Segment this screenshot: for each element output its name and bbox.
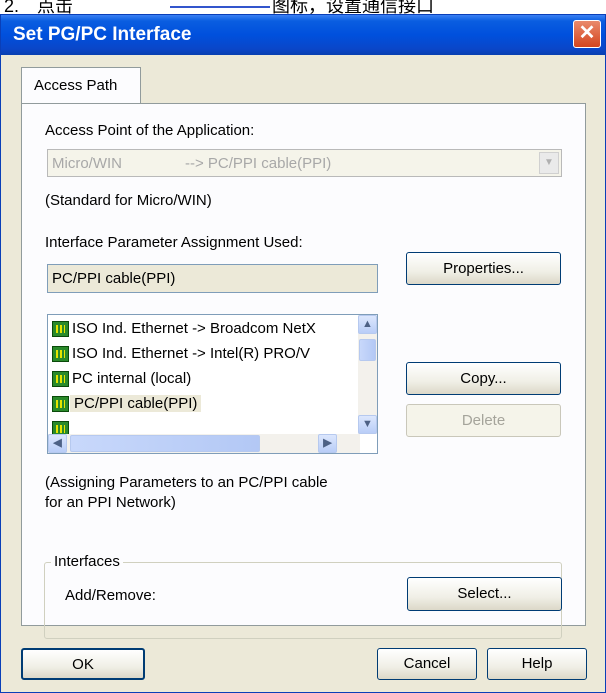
description-line-1: (Assigning Parameters to an PC/PPI cable — [45, 474, 328, 491]
add-remove-label: Add/Remove: — [65, 587, 156, 604]
tab-access-path[interactable]: Access Path — [21, 67, 141, 104]
access-point-dropdown[interactable]: Micro/WIN --> PC/PPI cable(PPI) ▼ — [47, 149, 562, 177]
param-assignment-value: PC/PPI cable(PPI) — [52, 270, 176, 287]
standard-note: (Standard for Micro/WIN) — [45, 192, 212, 209]
vertical-scroll-thumb[interactable] — [359, 339, 376, 361]
horizontal-scroll-thumb[interactable] — [70, 435, 260, 452]
network-card-icon — [52, 371, 69, 387]
select-button-label: Select... — [457, 585, 512, 602]
dialog-title: Set PG/PC Interface — [13, 24, 192, 45]
header-text-2: 图标，设置通信接口 — [272, 0, 434, 14]
header-underline — [170, 6, 270, 8]
cancel-button-label: Cancel — [403, 655, 451, 672]
help-button[interactable]: Help — [487, 648, 587, 680]
header-text: 2. 点击 — [4, 0, 74, 14]
access-point-iface: --> PC/PPI cable(PPI) — [185, 155, 332, 172]
description-line-2: for an PPI Network) — [45, 494, 176, 511]
network-card-icon — [52, 346, 69, 362]
arrow-down-icon[interactable]: ▼ — [358, 415, 377, 434]
select-button[interactable]: Select... — [407, 577, 562, 611]
title-bar[interactable]: Set PG/PC Interface ✕ — [1, 15, 605, 55]
arrow-left-icon[interactable]: ◀ — [48, 434, 67, 453]
access-point-app: Micro/WIN — [52, 155, 122, 172]
network-card-icon — [52, 396, 69, 412]
access-point-label: Access Point of the Application: — [45, 122, 255, 139]
ok-button[interactable]: OK — [21, 648, 145, 680]
ok-button-label: OK — [72, 656, 94, 673]
list-item-label: ISO Ind. Ethernet -> Broadcom NetX — [72, 320, 316, 337]
close-button[interactable]: ✕ — [573, 20, 601, 48]
horizontal-scrollbar[interactable]: ◀ ▶ — [48, 434, 360, 453]
arrow-right-icon[interactable]: ▶ — [318, 434, 337, 453]
arrow-up-icon[interactable]: ▲ — [358, 315, 377, 334]
network-card-icon — [52, 321, 69, 337]
param-assignment-label: Interface Parameter Assignment Used: — [45, 234, 303, 251]
interfaces-group: Interfaces Add/Remove: Select... — [44, 553, 562, 639]
delete-button-label: Delete — [461, 412, 506, 429]
close-icon: ✕ — [578, 22, 596, 44]
tab-access-path-label: Access Path — [34, 77, 118, 94]
copy-button-label: Copy... — [460, 370, 507, 387]
list-item-label: PC/PPI cable(PPI) — [70, 395, 202, 412]
properties-button-label: Properties... — [443, 260, 524, 277]
copy-button[interactable]: Copy... — [406, 362, 561, 395]
param-assignment-field: PC/PPI cable(PPI) — [47, 264, 378, 293]
set-pgpc-interface-dialog: Set PG/PC Interface ✕ Access Path Access… — [0, 14, 606, 693]
chevron-down-icon[interactable]: ▼ — [539, 152, 559, 174]
interfaces-group-label: Interfaces — [51, 553, 123, 570]
list-item-label: ISO Ind. Ethernet -> Intel(R) PRO/V — [72, 345, 311, 362]
delete-button: Delete — [406, 404, 561, 437]
help-button-label: Help — [521, 655, 553, 672]
page-header-fragment: 2. 点击 图标，设置通信接口 — [0, 0, 606, 14]
cancel-button[interactable]: Cancel — [377, 648, 477, 680]
properties-button[interactable]: Properties... — [406, 252, 561, 285]
vertical-scrollbar[interactable]: ▲ ▼ — [358, 315, 377, 434]
list-item-label: PC internal (local) — [72, 370, 192, 387]
access-path-panel: Access Point of the Application: Micro/W… — [21, 103, 586, 639]
interface-list[interactable]: ISO Ind. Ethernet -> Broadcom NetX ISO I… — [47, 314, 378, 454]
